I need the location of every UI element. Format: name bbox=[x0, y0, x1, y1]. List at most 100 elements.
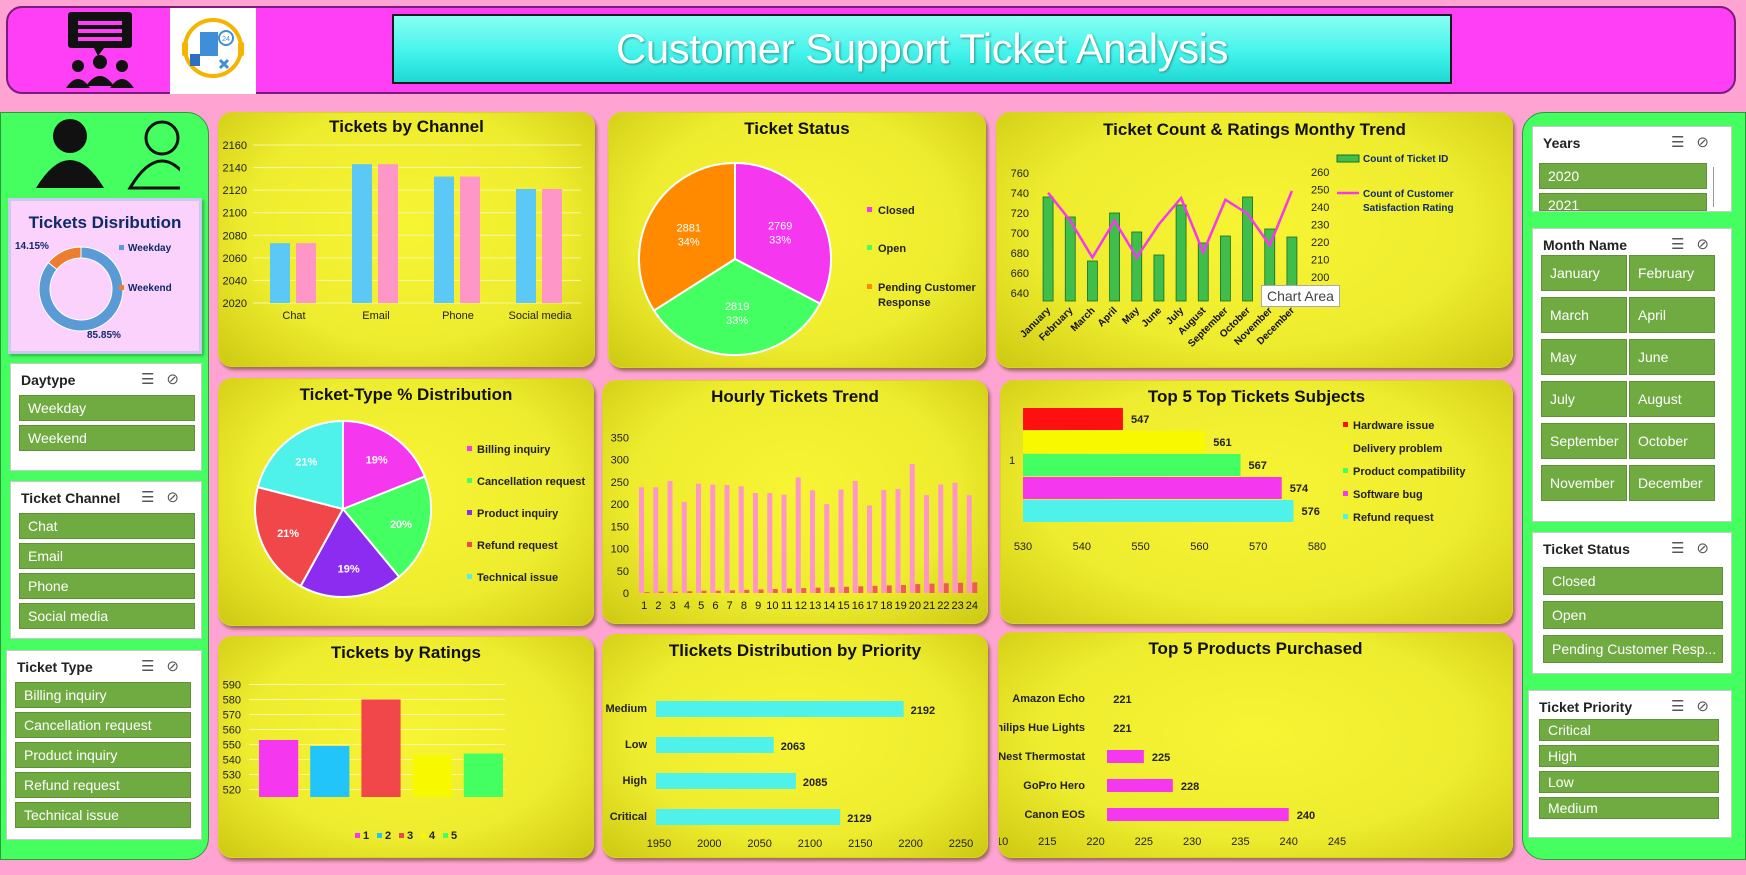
x-tick-label: 14 bbox=[823, 600, 835, 612]
slicer-item-cancellation[interactable]: Cancellation request bbox=[15, 712, 191, 738]
bar bbox=[1107, 779, 1173, 792]
data-label: 19% bbox=[338, 564, 360, 576]
bar bbox=[787, 588, 792, 593]
slicer-item-product-inquiry[interactable]: Product inquiry bbox=[15, 742, 191, 768]
slicer-item-billing[interactable]: Billing inquiry bbox=[15, 682, 191, 708]
tickettype-card: Ticket-Type % Distribution 19% 20% 19% 21% 2… bbox=[218, 378, 594, 626]
slicer-item-high[interactable]: High bbox=[1539, 745, 1719, 767]
slicer-item-november[interactable]: November bbox=[1541, 465, 1627, 501]
bar bbox=[938, 484, 944, 593]
x-tick-label: March bbox=[1069, 305, 1098, 334]
slicer-item-critical[interactable]: Critical bbox=[1539, 719, 1719, 741]
bar bbox=[872, 585, 878, 593]
slicer-item-weekend[interactable]: Weekend bbox=[19, 425, 195, 451]
slicer-item-december[interactable]: December bbox=[1629, 465, 1715, 501]
bar bbox=[656, 701, 904, 717]
bar bbox=[858, 586, 864, 593]
y-tick-label: 590 bbox=[223, 680, 241, 692]
data-label: 221 bbox=[1113, 694, 1131, 706]
y-tick-label: Nest Thermostat bbox=[999, 751, 1085, 763]
slicer-item-phone[interactable]: Phone bbox=[19, 573, 195, 599]
bar bbox=[924, 495, 929, 593]
bar bbox=[852, 481, 858, 593]
slicer-item-march[interactable]: March bbox=[1541, 297, 1627, 333]
multi-select-icon[interactable]: ☰⊘ bbox=[1671, 539, 1721, 557]
bar bbox=[1023, 431, 1206, 453]
bar bbox=[909, 464, 915, 593]
data-label: 21% bbox=[277, 528, 299, 540]
y-tick-label: 2060 bbox=[223, 253, 247, 265]
y-tick-label: 100 bbox=[611, 544, 629, 556]
slicer-item-april[interactable]: April bbox=[1629, 297, 1715, 333]
y-tick-label: 680 bbox=[1011, 248, 1029, 260]
multi-select-icon[interactable]: ☰⊘ bbox=[141, 488, 191, 506]
donut-slice-weekend bbox=[47, 246, 82, 271]
slicer-item-june[interactable]: June bbox=[1629, 339, 1715, 375]
slicer-item-july[interactable]: July bbox=[1541, 381, 1627, 417]
slicer-item-august[interactable]: August bbox=[1629, 381, 1715, 417]
multi-select-icon[interactable]: ☰⊘ bbox=[1671, 235, 1721, 253]
y-tick-label: 2140 bbox=[223, 163, 247, 175]
slicer-item-technical[interactable]: Technical issue bbox=[15, 802, 191, 828]
multi-select-icon[interactable]: ☰⊘ bbox=[1671, 133, 1721, 151]
x-tick-label: 6 bbox=[712, 600, 718, 612]
slicer-item-february[interactable]: February bbox=[1629, 255, 1715, 291]
status-chart: 2769 33% 2819 33% 2881 34% Closed Open Pending C… bbox=[638, 161, 977, 356]
slicer-item-chat[interactable]: Chat bbox=[19, 513, 195, 539]
slicer-item-pending[interactable]: Pending Customer Resp... bbox=[1543, 635, 1723, 663]
legend-label: Refund request bbox=[477, 540, 558, 552]
bar bbox=[639, 487, 644, 593]
slicer-item-2020[interactable]: 2020 bbox=[1539, 163, 1707, 189]
y-tick-label: 560 bbox=[223, 725, 241, 737]
multi-select-icon[interactable]: ☰⊘ bbox=[141, 657, 191, 675]
slicer-scrollbar[interactable] bbox=[1713, 167, 1719, 207]
bar bbox=[929, 583, 935, 593]
bar bbox=[810, 490, 815, 593]
bar bbox=[1023, 408, 1123, 430]
slicer-item-medium[interactable]: Medium bbox=[1539, 797, 1719, 819]
slicer-item-low[interactable]: Low bbox=[1539, 771, 1719, 793]
x-tick-label: 12 bbox=[795, 600, 807, 612]
legend-label: Weekday bbox=[128, 243, 172, 254]
bar bbox=[730, 590, 735, 593]
y-tick-label: 2040 bbox=[223, 275, 247, 287]
bar bbox=[696, 483, 701, 593]
bar bbox=[412, 755, 452, 797]
legend-label: 1 bbox=[363, 830, 369, 842]
data-label: 33% bbox=[726, 315, 748, 327]
bar bbox=[781, 494, 787, 593]
bar bbox=[667, 481, 673, 593]
slicer-item-2021[interactable]: 2021 bbox=[1539, 193, 1707, 213]
slicer-title: Years bbox=[1543, 135, 1581, 151]
bar bbox=[656, 809, 841, 825]
bar bbox=[270, 243, 290, 303]
legend-swatch bbox=[467, 510, 472, 515]
y2-tick-label: 210 bbox=[1311, 254, 1329, 266]
bar bbox=[1023, 454, 1241, 476]
slicer-item-may[interactable]: May bbox=[1541, 339, 1627, 375]
slicer-item-social-media[interactable]: Social media bbox=[19, 603, 195, 629]
years-slicer: Years ☰⊘ 2020 2021 bbox=[1532, 126, 1732, 213]
x-tick-label: 10 bbox=[766, 600, 778, 612]
slicer-title: Ticket Channel bbox=[21, 490, 121, 506]
x-tick-label: April bbox=[1096, 305, 1120, 329]
x-tick-label: 7 bbox=[727, 600, 733, 612]
slicer-item-october[interactable]: October bbox=[1629, 423, 1715, 459]
x-tick-label: 19 bbox=[895, 600, 907, 612]
bar bbox=[901, 585, 906, 593]
slicer-item-weekday[interactable]: Weekday bbox=[19, 395, 195, 421]
slicer-item-closed[interactable]: Closed bbox=[1543, 567, 1723, 595]
x-tick-label: 8 bbox=[741, 600, 747, 612]
slicer-item-september[interactable]: September bbox=[1541, 423, 1627, 459]
channel-card: Tickets by Channel 2020 2040 2060 2080 2100 2… bbox=[218, 112, 595, 367]
slicer-item-refund[interactable]: Refund request bbox=[15, 772, 191, 798]
multi-select-icon[interactable]: ☰⊘ bbox=[1671, 697, 1721, 715]
slicer-item-email[interactable]: Email bbox=[19, 543, 195, 569]
legend-swatch bbox=[1343, 514, 1348, 519]
x-tick-label: 580 bbox=[1308, 541, 1326, 553]
slicer-item-open[interactable]: Open bbox=[1543, 601, 1723, 629]
multi-select-icon[interactable]: ☰⊘ bbox=[141, 370, 191, 388]
bar bbox=[296, 243, 316, 303]
channel-slicer: Ticket Channel ☰⊘ Chat Email Phone Socia… bbox=[10, 481, 202, 639]
slicer-item-january[interactable]: January bbox=[1541, 255, 1627, 291]
